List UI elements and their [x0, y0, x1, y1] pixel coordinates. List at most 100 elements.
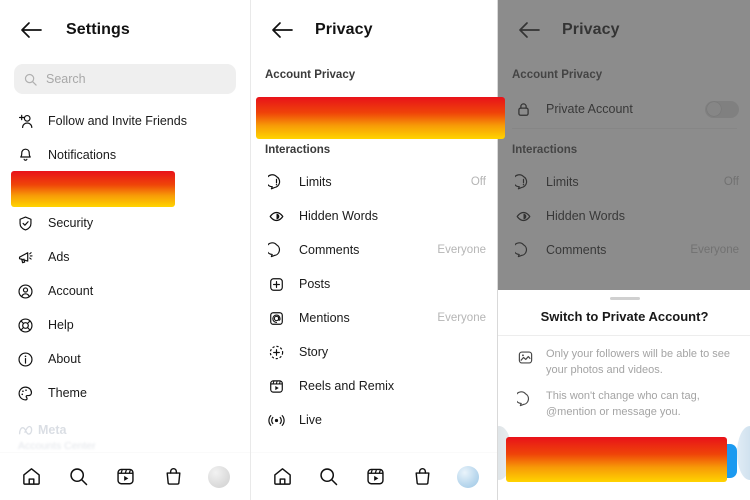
privacy-item-live[interactable]: Live [251, 403, 498, 437]
profile-avatar[interactable] [456, 465, 479, 488]
reels-icon [265, 378, 287, 395]
sidebar-item-label: Follow and Invite Friends [48, 114, 187, 128]
sidebar-item-label: Help [48, 318, 74, 332]
search-input[interactable]: Search [14, 64, 236, 94]
sheet-bullet-text: This won't change who can tag, @mention … [546, 390, 700, 418]
sidebar-item-theme[interactable]: Theme [0, 376, 250, 410]
sidebar-item-label: Ads [48, 250, 70, 264]
comment-icon [512, 389, 538, 420]
sidebar-item-account[interactable]: Account [0, 274, 250, 308]
modal-scrim[interactable] [498, 0, 750, 290]
privacy-panel: Privacy Account Privacy Private Account … [250, 0, 498, 500]
sidebar-item-about[interactable]: About [0, 342, 250, 376]
plus-square-icon [265, 276, 287, 293]
privacy-item-value: Everyone [437, 312, 486, 324]
sheet-title: Switch to Private Account? [540, 309, 709, 324]
sidebar-item-follow-and-invite-friends[interactable]: Follow and Invite Friends [0, 104, 250, 138]
privacy-dialog-panel: Privacy Account Privacy Private Account … [497, 0, 750, 500]
private-account-label: Private Account [299, 102, 386, 116]
decorative-right-blob [737, 426, 750, 480]
meta-footer: Meta Accounts Center [18, 423, 96, 452]
person-circle-icon [14, 283, 36, 300]
private-account-row[interactable]: Private Account [251, 90, 498, 128]
sidebar-item-ads[interactable]: Ads [0, 240, 250, 274]
sheet-bullet-mentions: This won't change who can tag, @mention … [498, 378, 750, 420]
page-title: Privacy [315, 21, 373, 38]
story-plus-icon [265, 344, 287, 361]
privacy-item-story[interactable]: Story [251, 335, 498, 369]
bell-icon [14, 147, 36, 164]
at-square-icon [265, 310, 287, 327]
meta-brand: Meta [18, 423, 96, 437]
sheet-drag-handle[interactable] [609, 297, 640, 300]
decorative-left-blob [498, 426, 512, 480]
add-person-icon [14, 113, 36, 130]
info-circle-icon [14, 351, 36, 368]
live-icon [265, 412, 287, 429]
bottom-nav-privacy [251, 452, 498, 500]
search-placeholder: Search [46, 72, 86, 86]
section-account-privacy: Account Privacy [265, 69, 356, 81]
privacy-item-label: Hidden Words [299, 209, 378, 223]
privacy-item-value: Off [470, 176, 486, 188]
privacy-item-label: Posts [299, 277, 331, 291]
private-account-toggle[interactable] [452, 100, 486, 118]
sidebar-item-label: Privacy [48, 182, 89, 196]
lock-icon [265, 101, 287, 118]
sheet-bullet-photos: Only your followers will be able to see … [498, 336, 750, 378]
back-arrow-icon[interactable] [18, 17, 44, 43]
meta-brand-label: Meta [38, 423, 67, 437]
shop-icon[interactable] [410, 465, 434, 489]
home-icon[interactable] [20, 465, 44, 489]
row-divider [265, 128, 484, 129]
sheet-bullet-text: Only your followers will be able to see … [546, 348, 731, 376]
reels-icon[interactable] [114, 465, 138, 489]
privacy-item-label: Reels and Remix [299, 379, 395, 393]
switch-to-private-button[interactable]: Switch to Private [512, 444, 737, 478]
page-title: Settings [66, 21, 130, 38]
palette-icon [14, 385, 36, 402]
back-arrow-icon[interactable] [269, 17, 295, 43]
sidebar-item-notifications[interactable]: Notifications [0, 138, 250, 172]
shield-check-icon [14, 215, 36, 232]
privacy-item-comments[interactable]: Comments Everyone [251, 233, 498, 267]
settings-panel: Settings Search Follow and Invite Friend… [0, 0, 250, 500]
profile-avatar[interactable] [208, 465, 231, 488]
privacy-item-reels-and-remix[interactable]: Reels and Remix [251, 369, 498, 403]
search-icon[interactable] [317, 465, 341, 489]
exclamation-bubble-icon [265, 173, 287, 191]
search-icon[interactable] [67, 465, 91, 489]
photo-icon [512, 347, 538, 378]
privacy-item-label: Limits [299, 175, 332, 189]
settings-list: Follow and Invite Friends Notifications [0, 104, 250, 410]
hidden-eye-icon [265, 208, 287, 225]
comment-icon [265, 241, 287, 259]
lifebuoy-icon [14, 317, 36, 334]
privacy-item-label: Mentions [299, 311, 350, 325]
lock-icon [14, 181, 36, 198]
privacy-item-posts[interactable]: Posts [251, 267, 498, 301]
sidebar-item-label: Theme [48, 386, 87, 400]
switch-to-private-sheet: Switch to Private Account? Only your fol… [498, 290, 750, 500]
reels-icon[interactable] [363, 465, 387, 489]
section-interactions: Interactions [265, 144, 331, 156]
sidebar-item-help[interactable]: Help [0, 308, 250, 342]
privacy-item-limits[interactable]: Limits Off [251, 165, 498, 199]
shop-icon[interactable] [161, 465, 185, 489]
privacy-item-value: Everyone [437, 244, 486, 256]
sidebar-item-label: Notifications [48, 148, 117, 162]
screenshot-stage: Settings Search Follow and Invite Friend… [0, 0, 750, 500]
privacy-item-label: Live [299, 413, 322, 427]
privacy-item-label: Comments [299, 243, 360, 257]
sidebar-item-privacy[interactable]: Privacy [0, 172, 250, 206]
home-icon[interactable] [270, 465, 294, 489]
sidebar-item-label: Account [48, 284, 94, 298]
sidebar-item-label: Security [48, 216, 94, 230]
privacy-item-hidden-words[interactable]: Hidden Words [251, 199, 498, 233]
settings-header: Settings [0, 0, 250, 60]
megaphone-icon [14, 249, 36, 266]
sidebar-item-security[interactable]: Security [0, 206, 250, 240]
privacy-item-mentions[interactable]: Mentions Everyone [251, 301, 498, 335]
privacy-header: Privacy [251, 0, 498, 60]
bottom-nav-settings [0, 452, 250, 500]
